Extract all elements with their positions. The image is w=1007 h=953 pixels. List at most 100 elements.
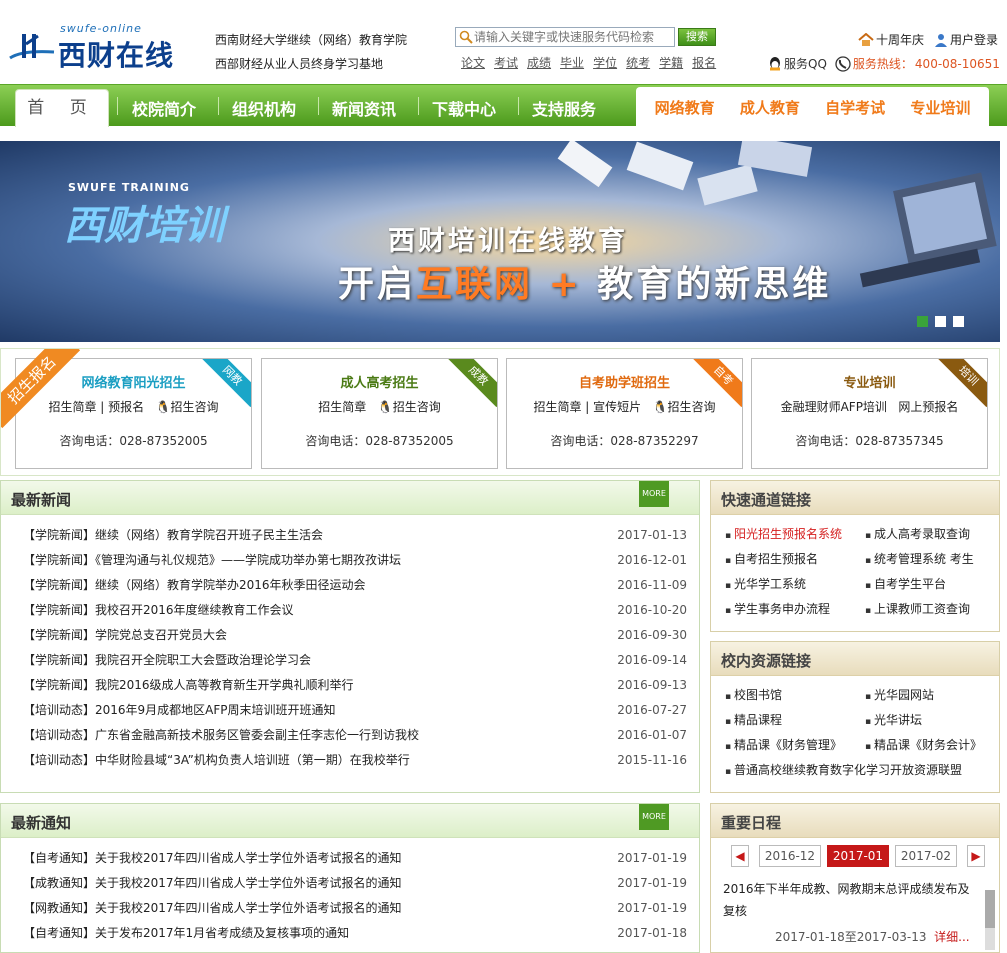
resource-link[interactable]: 光华讲坛 — [865, 711, 995, 728]
banner-dot-1[interactable] — [917, 316, 928, 327]
list-item[interactable]: 【培训动态】广东省金融高新技术服务区管委会副主任李志伦一行到访我校 2016-01… — [23, 722, 687, 747]
quick-link-item[interactable]: 自考学生平台 — [865, 575, 995, 592]
news-headline[interactable]: 【学院新闻】我校召开2016年度继续教育工作会议 — [23, 601, 294, 618]
schedule-detail-link[interactable]: 详细... — [934, 930, 969, 944]
nav-item-organization[interactable]: 组织机构 — [232, 96, 296, 120]
site-logo[interactable]: swufe-online 西财在线 — [6, 22, 206, 72]
quick-link-item[interactable]: 自考招生预报名 — [725, 550, 865, 567]
search-button[interactable]: 搜索 — [678, 28, 716, 46]
nav-item-downloads[interactable]: 下载中心 — [432, 96, 496, 120]
news-headline[interactable]: 【学院新闻】继续（网络）教育学院举办2016年秋季田径运动会 — [23, 576, 366, 593]
nav-online-education[interactable]: 网络教育 — [655, 97, 715, 118]
resource-link[interactable]: 校图书馆 — [725, 686, 865, 703]
nav-item-support[interactable]: 支持服务 — [532, 96, 596, 120]
news-headline[interactable]: 【学院新闻】我院召开全院职工大会暨政治理论学习会 — [23, 651, 311, 668]
enrol-link[interactable]: 招生简章 | 宣传短片 — [533, 400, 641, 414]
news-more-button[interactable]: MORE — [639, 481, 669, 507]
notice-headline[interactable]: 【成教通知】关于我校2017年四川省成人学士学位外语考试报名的通知 — [23, 874, 402, 891]
enrol-consult[interactable]: 招生咨询 — [393, 400, 441, 414]
list-item[interactable]: 【自考通知】关于我校2017年四川省成人学士学位外语考试报名的通知 2017-01… — [23, 845, 687, 870]
news-headline[interactable]: 【培训动态】广东省金融高新技术服务区管委会副主任李志伦一行到访我校 — [23, 726, 419, 743]
resource-link[interactable]: 精品课程 — [725, 711, 865, 728]
enrol-consult[interactable]: 招生咨询 — [668, 400, 716, 414]
nav-item-about[interactable]: 校院简介 — [132, 96, 196, 120]
schedule-event[interactable]: 2016年下半年成教、网教期末总评成绩发布及复核 — [723, 878, 975, 922]
month-tab[interactable]: 2017-02 — [895, 845, 957, 867]
prev-arrow-icon[interactable]: ◀ — [731, 845, 749, 867]
resource-link[interactable]: 普通高校继续教育数字化学习开放资源联盟 — [725, 761, 995, 778]
nav-home[interactable]: 首 页 — [15, 89, 109, 127]
list-item[interactable]: 【学院新闻】学院党总支召开党员大会 2016-09-30 — [23, 622, 687, 647]
quick-link-item[interactable]: 成人高考录取查询 — [865, 525, 995, 542]
enrol-link[interactable]: 招生简章 | 预报名 — [48, 400, 144, 414]
month-tab[interactable]: 2016-12 — [759, 845, 821, 867]
quick-link-item[interactable]: 统考管理系统 考生 — [865, 550, 995, 567]
nav-divider — [518, 97, 519, 115]
banner-dot-3[interactable] — [953, 316, 964, 327]
list-item[interactable]: 【网教通知】关于我校2017年四川省成人学士学位外语考试报名的通知 2017-01… — [23, 895, 687, 920]
list-item[interactable]: 【学院新闻】《管理沟通与礼仪规范》——学院成功举办第七期孜孜讲坛 2016-12-… — [23, 547, 687, 572]
quick-link-score[interactable]: 成绩 — [527, 54, 551, 71]
top-links: 十周年庆 用户登录 — [858, 31, 998, 48]
list-item[interactable]: 【学院新闻】我院召开全院职工大会暨政治理论学习会 2016-09-14 — [23, 647, 687, 672]
banner-dot-2[interactable] — [935, 316, 946, 327]
hero-banner[interactable]: SWUFE TRAINING 西财培训 西财培训在线教育 开启互联网 + 教育的… — [0, 141, 1000, 342]
anniversary-link[interactable]: 十周年庆 — [858, 31, 924, 48]
quick-link-item[interactable]: 上课教师工资查询 — [865, 600, 995, 617]
enrol-title[interactable]: 成人高考招生 — [262, 372, 497, 391]
quick-link-item[interactable]: 光华学工系统 — [725, 575, 865, 592]
quick-link-unified-exam[interactable]: 统考 — [626, 54, 650, 71]
enrol-consult[interactable]: 招生咨询 — [171, 400, 219, 414]
news-headline[interactable]: 【培训动态】2016年9月成都地区AFP周末培训班开班通知 — [23, 701, 336, 718]
list-item[interactable]: 【学院新闻】我校召开2016年度继续教育工作会议 2016-10-20 — [23, 597, 687, 622]
list-item[interactable]: 【学院新闻】继续（网络）教育学院召开班子民主生活会 2017-01-13 — [23, 522, 687, 547]
schedule-range: 2017-01-18至2017-03-13 详细... — [775, 928, 970, 945]
list-item[interactable]: 【培训动态】中华财险县域“3A”机构负责人培训班（第一期）在我校举行 2015-1… — [23, 747, 687, 772]
service-qq-link[interactable]: 服务QQ — [768, 55, 827, 72]
list-item[interactable]: 【自考通知】关于发布2017年1月省考成绩及复核事项的通知 2017-01-18 — [23, 920, 687, 945]
news-headline[interactable]: 【学院新闻】继续（网络）教育学院召开班子民主生活会 — [23, 526, 323, 543]
enrol-link[interactable]: 招生简章 — [318, 400, 366, 414]
quick-link-item[interactable]: 阳光招生预报名系统 — [725, 525, 865, 542]
news-date: 2015-11-16 — [617, 752, 687, 767]
list-item[interactable]: 【学院新闻】继续（网络）教育学院举办2016年秋季田径运动会 2016-11-09 — [23, 572, 687, 597]
notice-headline[interactable]: 【自考通知】关于我校2017年四川省成人学士学位外语考试报名的通知 — [23, 849, 402, 866]
schedule-scrollbar[interactable] — [985, 890, 995, 950]
news-headline[interactable]: 【学院新闻】我院2016级成人高等教育新生开学典礼顺利举行 — [23, 676, 354, 693]
nav-professional-training[interactable]: 专业培训 — [910, 97, 970, 118]
notice-more-button[interactable]: MORE — [639, 804, 669, 830]
scrollbar-thumb[interactable] — [985, 890, 995, 928]
list-item[interactable]: 【培训动态】2016年9月成都地区AFP周末培训班开班通知 2016-07-27 — [23, 697, 687, 722]
enrol-title[interactable]: 自考助学班招生 — [507, 372, 742, 391]
banner-pager — [917, 316, 964, 327]
quick-link-status[interactable]: 学籍 — [659, 54, 683, 71]
service-qq-label: 服务QQ — [784, 57, 827, 71]
notice-headline[interactable]: 【网教通知】关于我校2017年四川省成人学士学位外语考试报名的通知 — [23, 899, 402, 916]
enrol-title[interactable]: 专业培训 — [752, 372, 987, 391]
month-tab-active[interactable]: 2017-01 — [827, 845, 889, 867]
notice-headline[interactable]: 【自考通知】关于发布2017年1月省考成绩及复核事项的通知 — [23, 924, 349, 941]
login-link[interactable]: 用户登录 — [934, 31, 998, 48]
nav-self-exam[interactable]: 自学考试 — [825, 97, 885, 118]
quick-link-item[interactable]: 学生事务申办流程 — [725, 600, 865, 617]
news-headline[interactable]: 【培训动态】中华财险县域“3A”机构负责人培训班（第一期）在我校举行 — [23, 751, 410, 768]
nav-item-news[interactable]: 新闻资讯 — [332, 96, 396, 120]
list-item[interactable]: 【学院新闻】我院2016级成人高等教育新生开学典礼顺利举行 2016-09-13 — [23, 672, 687, 697]
resource-link[interactable]: 光华园网站 — [865, 686, 995, 703]
enrol-consult[interactable]: 网上预报名 — [898, 400, 958, 414]
news-headline[interactable]: 【学院新闻】《管理沟通与礼仪规范》——学院成功举办第七期孜孜讲坛 — [23, 551, 401, 568]
quick-links-grid: 阳光招生预报名系统 成人高考录取查询 自考招生预报名 统考管理系统 考生 光华学… — [725, 525, 995, 617]
resource-link[interactable]: 精品课《财务会计》 — [865, 736, 995, 753]
quick-link-paper[interactable]: 论文 — [461, 54, 485, 71]
quick-link-register[interactable]: 报名 — [692, 54, 716, 71]
quick-link-exam[interactable]: 考试 — [494, 54, 518, 71]
news-headline[interactable]: 【学院新闻】学院党总支召开党员大会 — [23, 626, 227, 643]
next-arrow-icon[interactable]: ▶ — [967, 845, 985, 867]
nav-adult-education[interactable]: 成人教育 — [740, 97, 800, 118]
list-item[interactable]: 【成教通知】关于我校2017年四川省成人学士学位外语考试报名的通知 2017-01… — [23, 870, 687, 895]
enrol-link[interactable]: 金融理财师AFP培训 — [781, 400, 887, 414]
quick-link-graduation[interactable]: 毕业 — [560, 54, 584, 71]
search-input[interactable] — [474, 29, 672, 45]
quick-link-degree[interactable]: 学位 — [593, 54, 617, 71]
resource-link[interactable]: 精品课《财务管理》 — [725, 736, 865, 753]
